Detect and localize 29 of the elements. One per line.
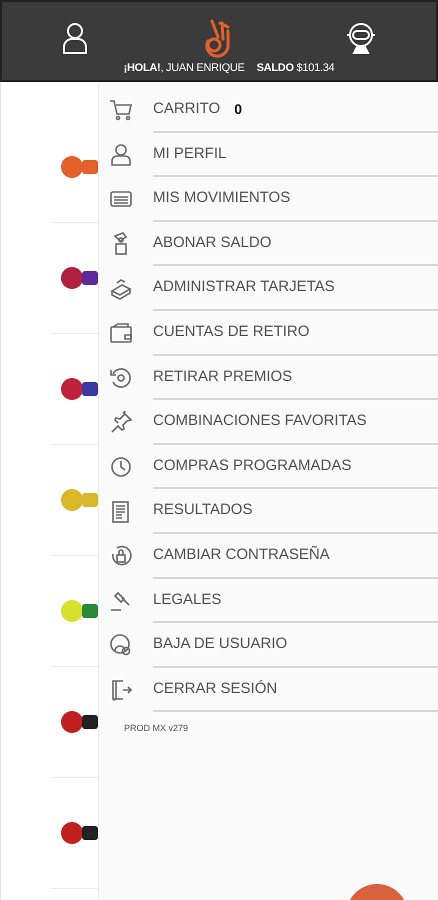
user-remove-icon	[109, 633, 133, 658]
cart-icon	[109, 98, 133, 122]
exit-door-icon	[109, 678, 133, 702]
cart-count: 0	[234, 100, 242, 119]
robot-icon[interactable]	[344, 21, 378, 55]
menu-item[interactable]: CUENTAS DE RETIRO	[153, 310, 438, 356]
balance-text: SALDO $101.34	[256, 61, 334, 76]
user-icon[interactable]	[60, 21, 90, 55]
menu-item[interactable]: MI PERFIL	[153, 132, 438, 178]
greeting-text: ¡HOLA!, JUAN ENRIQUE	[124, 61, 245, 76]
pin-icon	[109, 410, 133, 434]
clock-icon	[109, 455, 133, 480]
menu-item[interactable]: LEGALES	[153, 578, 438, 624]
menu-item[interactable]: CERRAR SESIÓN	[153, 668, 438, 712]
menu-item[interactable]: ADMINISTRAR TARJETAS	[153, 266, 438, 311]
menu-item[interactable]: CARRITO	[153, 98, 220, 121]
menu-item[interactable]: RETIRAR PREMIOS	[153, 356, 438, 400]
version-text: PROD MX v279	[124, 722, 188, 736]
menu-item[interactable]: COMPRAS PROGRAMADAS	[153, 444, 438, 490]
coin-arrow-icon	[109, 366, 133, 390]
wallet-icon	[109, 321, 133, 346]
user-icon	[109, 142, 133, 167]
lock-icon	[109, 544, 133, 568]
menu-item[interactable]: RESULTADOS	[153, 489, 438, 534]
menu-item[interactable]: ABONAR SALDO	[153, 222, 438, 266]
menu-item[interactable]: BAJA DE USUARIO	[153, 623, 438, 668]
menu-item[interactable]: CAMBIAR CONTRASEÑA	[153, 534, 438, 579]
menu-item[interactable]: MIS MOVIMIENTOS	[153, 177, 438, 222]
menu-item[interactable]: COMBINACIONES FAVORITAS	[153, 400, 438, 445]
